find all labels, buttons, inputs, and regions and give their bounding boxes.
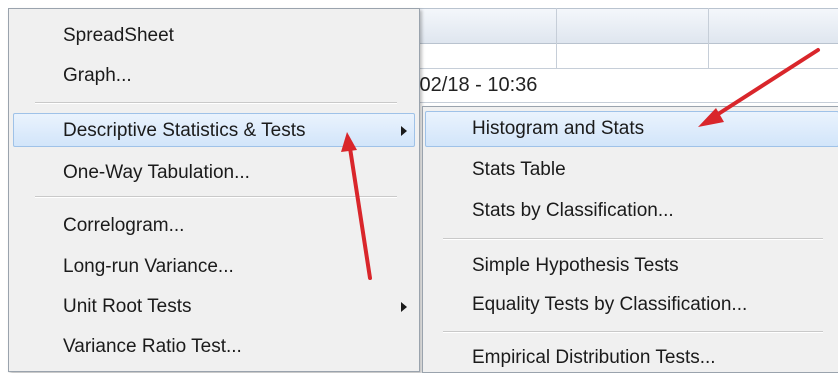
submenu-item-stats-table[interactable]: Stats Table [472, 159, 566, 181]
grid-line [412, 102, 838, 103]
submenu-item-empirical-distribution-tests[interactable]: Empirical Distribution Tests... [472, 347, 716, 369]
grid-line [556, 8, 557, 68]
menu-item-spreadsheet[interactable]: SpreadSheet [63, 25, 174, 47]
menu-item-one-way-tabulation[interactable]: One-Way Tabulation... [63, 162, 250, 184]
spreadsheet-column-header [412, 8, 838, 44]
menu-separator [35, 102, 397, 104]
menu-item-unit-root-tests[interactable]: Unit Root Tests [63, 296, 191, 318]
submenu-descriptive-statistics: Histogram and Stats Stats Table Stats by… [422, 106, 838, 373]
menu-item-long-run-variance[interactable]: Long-run Variance... [63, 256, 234, 278]
submenu-item-equality-tests[interactable]: Equality Tests by Classification... [472, 294, 747, 316]
submenu-item-histogram-and-stats[interactable]: Histogram and Stats [472, 118, 644, 140]
menu-item-graph[interactable]: Graph... [63, 65, 132, 87]
submenu-item-simple-hypothesis-tests[interactable]: Simple Hypothesis Tests [472, 255, 679, 277]
submenu-separator [443, 238, 823, 240]
grid-line [412, 68, 838, 69]
menu-separator [35, 196, 397, 198]
grid-line [708, 8, 709, 68]
cell-datetime: /02/18 - 10:36 [414, 74, 538, 96]
submenu-arrow-icon [401, 302, 407, 312]
menu-item-correlogram[interactable]: Correlogram... [63, 215, 184, 237]
menu-item-descriptive-statistics[interactable]: Descriptive Statistics & Tests [63, 120, 306, 142]
context-menu: SpreadSheet Graph... Descriptive Statist… [8, 8, 420, 372]
submenu-arrow-icon [401, 126, 407, 136]
submenu-item-stats-by-classification[interactable]: Stats by Classification... [472, 200, 674, 222]
menu-item-variance-ratio-test[interactable]: Variance Ratio Test... [63, 336, 242, 358]
submenu-separator [443, 331, 823, 333]
